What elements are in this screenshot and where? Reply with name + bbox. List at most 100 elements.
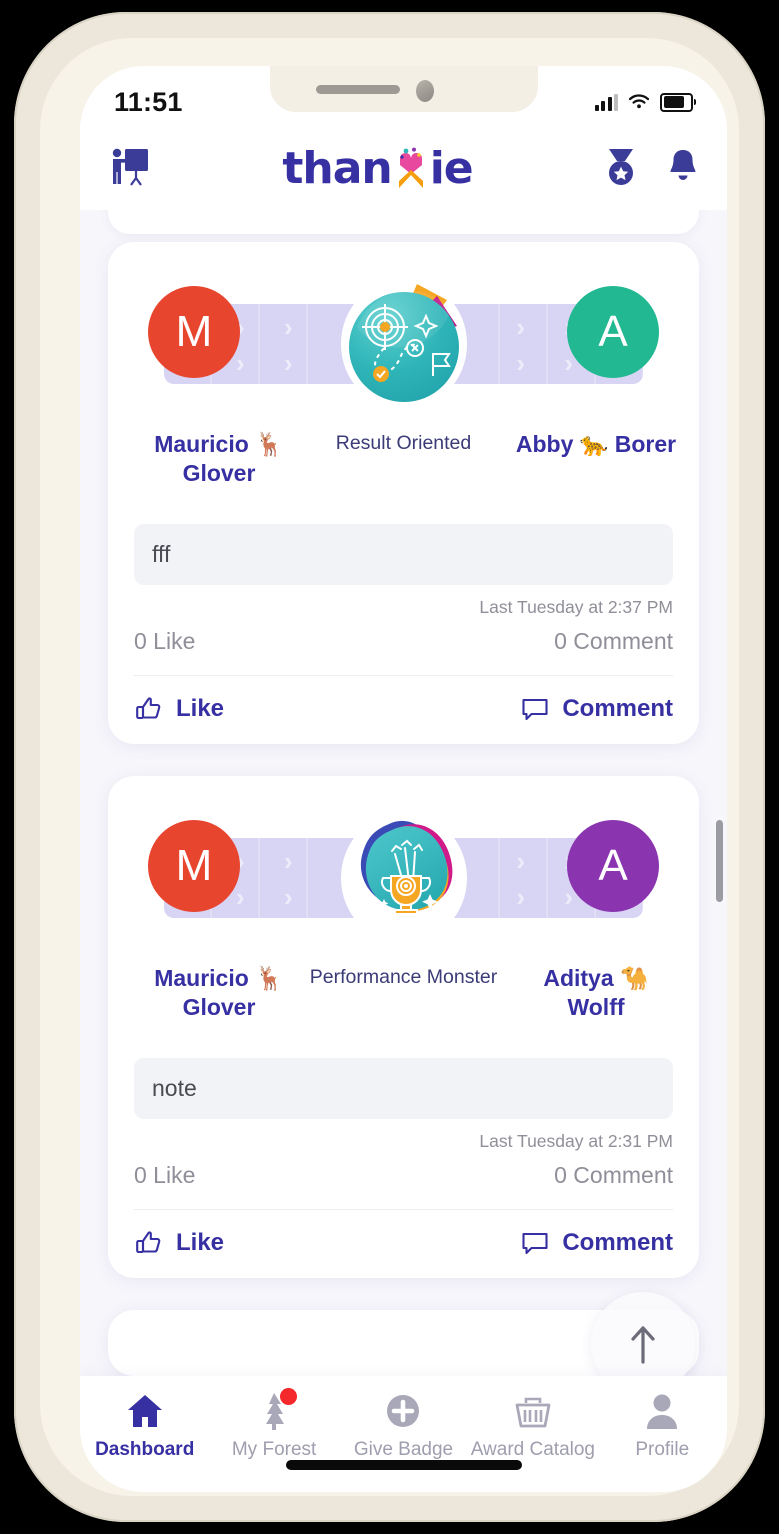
tab-label: Award Catalog xyxy=(470,1439,595,1460)
sidebar-item-award-catalog[interactable]: Award Catalog xyxy=(468,1390,597,1461)
like-button[interactable]: Like xyxy=(134,1228,224,1258)
screenshot-root: 11:51 than ie › › › › › › › M A Mauricio… xyxy=(0,0,779,1534)
header-actions xyxy=(603,147,701,192)
card-actions: Like Comment xyxy=(134,694,673,724)
comment-button-label: Comment xyxy=(562,1229,673,1256)
receiver-name[interactable]: Aditya 🐪 Wolff xyxy=(501,964,691,1023)
tab-label: Profile xyxy=(635,1439,690,1460)
card-divider xyxy=(134,1209,673,1210)
sidebar-item-my-forest[interactable]: My Forest xyxy=(209,1388,338,1461)
home-icon xyxy=(124,1390,166,1432)
like-count: 0 Like xyxy=(134,1162,196,1188)
tab-label: Give Badge xyxy=(353,1439,454,1460)
receiver-name[interactable]: Abby 🐆 Borer xyxy=(501,430,691,459)
engagement-counts: 0 Like 0 Comment xyxy=(134,1162,673,1189)
award-title: Performance Monster xyxy=(309,966,498,988)
notification-badge-dot xyxy=(280,1388,298,1405)
scrollbar-thumb[interactable] xyxy=(716,820,723,902)
giver-name[interactable]: Mauricio 🦌 Glover xyxy=(124,964,314,1023)
receiver-avatar-initial: A xyxy=(598,841,628,890)
sidebar-item-give-badge[interactable]: Give Badge xyxy=(339,1390,468,1461)
comment-button[interactable]: Comment xyxy=(520,694,673,724)
sidebar-item-dashboard[interactable]: Dashboard xyxy=(80,1390,209,1461)
app-header: than ie xyxy=(80,128,727,210)
receiver-avatar[interactable]: A xyxy=(567,820,659,912)
medal-star-icon[interactable] xyxy=(603,147,639,192)
receiver-name-line1: Aditya 🐪 xyxy=(543,965,649,991)
giver-avatar[interactable]: M xyxy=(148,286,240,378)
giver-name-line2: Glover xyxy=(182,994,256,1021)
target-journey-badge-icon xyxy=(348,284,459,402)
thumbs-up-icon xyxy=(136,697,161,720)
award-row: › › › › › › › › M xyxy=(108,798,699,958)
logo-x-icon xyxy=(392,147,430,191)
award-badge[interactable] xyxy=(329,270,479,420)
bottom-navigation: Dashboard My Forest Give Badge Award Cat… xyxy=(80,1376,727,1492)
card-divider xyxy=(134,675,673,676)
receiver-name-line1: Abby 🐆 Borer xyxy=(515,431,677,457)
comment-count: 0 Comment xyxy=(554,628,673,654)
basket-icon xyxy=(512,1390,554,1432)
engagement-counts: 0 Like 0 Comment xyxy=(134,628,673,655)
phone-notch xyxy=(269,66,538,112)
status-indicators xyxy=(594,92,696,112)
sidebar-item-profile[interactable]: Profile xyxy=(598,1390,727,1461)
card-actions: Like Comment xyxy=(134,1228,673,1258)
app-logo: than ie xyxy=(282,143,474,194)
home-indicator[interactable] xyxy=(285,1460,522,1470)
arrow-up-icon xyxy=(631,1326,655,1364)
timestamp: Last Tuesday at 2:31 PM xyxy=(479,1131,673,1151)
logo-text-after: ie xyxy=(429,143,474,194)
tab-label: Dashboard xyxy=(95,1439,195,1460)
tree-icon xyxy=(253,1388,298,1432)
recognition-note: note xyxy=(134,1058,673,1119)
timestamp: Last Tuesday at 2:37 PM xyxy=(479,597,673,617)
phone-frame: 11:51 than ie › › › › › › › M A Mauricio… xyxy=(14,12,765,1522)
tab-label: My Forest xyxy=(231,1439,317,1460)
like-button-label: Like xyxy=(176,695,225,722)
like-count: 0 Like xyxy=(134,628,196,654)
comment-bubble-icon xyxy=(522,1232,548,1255)
receiver-avatar-initial: A xyxy=(598,307,628,356)
feed-list: › › › › › › › › M xyxy=(80,242,727,1376)
earpiece-speaker xyxy=(315,85,400,94)
like-button[interactable]: Like xyxy=(134,694,224,724)
status-time: 11:51 xyxy=(114,86,183,117)
person-icon xyxy=(641,1390,683,1432)
comment-button[interactable]: Comment xyxy=(520,1228,673,1258)
wifi-icon xyxy=(628,94,650,109)
like-button-label: Like xyxy=(176,1229,225,1256)
participants-names: Mauricio 🦌 Glover Performance Monster Ad… xyxy=(108,964,699,1050)
recognition-card: › › › › › › › › M xyxy=(108,242,699,744)
comment-bubble-icon xyxy=(522,698,548,721)
front-camera xyxy=(415,80,434,102)
trophy-arrows-badge-icon xyxy=(360,820,452,915)
award-title: Result Oriented xyxy=(335,432,472,454)
recognition-note: fff xyxy=(134,524,673,585)
battery-icon xyxy=(660,92,696,112)
giver-name-line2: Glover xyxy=(182,460,256,487)
previous-card-peek xyxy=(108,210,699,234)
giver-name[interactable]: Mauricio 🦌 Glover xyxy=(124,430,314,489)
participants-names: Mauricio 🦌 Glover Result Oriented Abby 🐆… xyxy=(108,430,699,516)
recognition-card: › › › › › › › › M xyxy=(108,776,699,1278)
award-badge[interactable] xyxy=(329,804,479,954)
receiver-avatar[interactable]: A xyxy=(567,286,659,378)
giver-avatar-initial: M xyxy=(175,307,213,356)
thumbs-up-icon xyxy=(136,1231,161,1254)
giver-name-line1: Mauricio 🦌 xyxy=(154,431,284,457)
cellular-signal-icon xyxy=(594,93,618,111)
receiver-name-line2: Wolff xyxy=(567,994,625,1021)
giver-avatar-initial: M xyxy=(175,841,213,890)
comment-button-label: Comment xyxy=(562,695,673,722)
giver-avatar[interactable]: M xyxy=(148,820,240,912)
logo-text-before: than xyxy=(282,143,392,194)
feed-scroll-area[interactable]: › › › › › › › › M xyxy=(80,210,727,1376)
presentation-board-icon[interactable] xyxy=(106,144,152,195)
notification-bell-icon[interactable] xyxy=(665,147,701,192)
phone-screen: 11:51 than ie › › › › › › › M A Mauricio… xyxy=(80,66,727,1492)
logo-text: than ie xyxy=(282,143,474,194)
giver-name-line1: Mauricio 🦌 xyxy=(154,965,284,991)
award-row: › › › › › › › › M xyxy=(108,264,699,424)
comment-count: 0 Comment xyxy=(554,1162,673,1188)
